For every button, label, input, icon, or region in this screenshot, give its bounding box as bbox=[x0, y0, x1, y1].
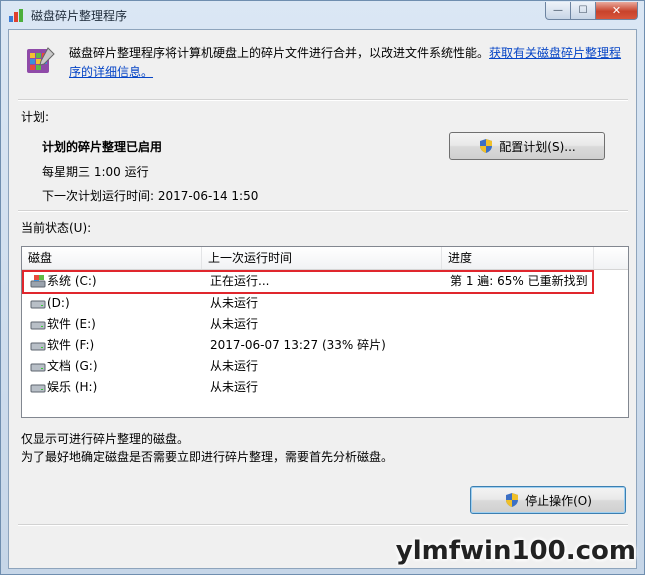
header-description: 磁盘碎片整理程序将计算机硬盘上的碎片文件进行合并，以改进文件系统性能。获取有关磁… bbox=[69, 44, 629, 82]
disk-name: 文档 (G:) bbox=[47, 359, 98, 373]
drive-icon bbox=[30, 384, 46, 393]
separator bbox=[18, 210, 628, 212]
configure-schedule-label: 配置计划(S)... bbox=[499, 139, 576, 154]
defrag-header-icon bbox=[27, 47, 55, 73]
drive-icon bbox=[30, 300, 46, 309]
separator bbox=[18, 524, 628, 526]
highlight-box bbox=[22, 270, 594, 294]
client-area: 磁盘碎片整理程序将计算机硬盘上的碎片文件进行合并，以改进文件系统性能。获取有关磁… bbox=[8, 29, 637, 569]
column-header-progress[interactable]: 进度 bbox=[442, 247, 594, 269]
minimize-button[interactable]: — bbox=[545, 2, 571, 20]
disk-name: 软件 (F:) bbox=[47, 338, 95, 352]
last-run: 2017-06-07 13:27 (33% 碎片) bbox=[210, 338, 386, 352]
schedule-section-label: 计划: bbox=[21, 110, 50, 124]
defrag-window: 磁盘碎片整理程序 — ☐ ✕ 磁盘碎片整理程序将计算机硬盘上的碎片文件进行合并，… bbox=[0, 0, 645, 575]
schedule-frequency: 每星期三 1:00 运行 bbox=[42, 165, 149, 179]
list-header: 磁盘 上一次运行时间 进度 bbox=[22, 247, 628, 270]
uac-shield-icon bbox=[480, 139, 493, 153]
watermark: ylmfwin100.com bbox=[395, 536, 636, 566]
drive-icon bbox=[30, 363, 46, 372]
last-run: 从未运行 bbox=[210, 380, 259, 394]
configure-schedule-button[interactable]: 配置计划(S)... bbox=[449, 132, 605, 160]
table-row[interactable]: 娱乐 (H:) 从未运行 bbox=[22, 377, 628, 398]
table-row[interactable]: 软件 (F:) 2017-06-07 13:27 (33% 碎片) bbox=[22, 335, 628, 356]
maximize-button[interactable]: ☐ bbox=[571, 2, 596, 20]
uac-shield-icon bbox=[506, 493, 519, 507]
schedule-status: 计划的碎片整理已启用 bbox=[42, 140, 163, 154]
table-row[interactable]: 软件 (E:) 从未运行 bbox=[22, 314, 628, 335]
column-header-disk[interactable]: 磁盘 bbox=[22, 247, 202, 269]
separator bbox=[18, 99, 628, 101]
schedule-next-run: 下一次计划运行时间: 2017-06-14 1:50 bbox=[42, 189, 259, 203]
last-run: 从未运行 bbox=[210, 317, 259, 331]
drive-icon bbox=[30, 342, 46, 351]
column-header-last-run[interactable]: 上一次运行时间 bbox=[202, 247, 442, 269]
drive-icon bbox=[30, 321, 46, 330]
description-text: 磁盘碎片整理程序将计算机硬盘上的碎片文件进行合并，以改进文件系统性能。 bbox=[69, 46, 490, 60]
table-row[interactable]: 文档 (G:) 从未运行 bbox=[22, 356, 628, 377]
title-bar[interactable]: 磁盘碎片整理程序 — ☐ ✕ bbox=[1, 1, 644, 28]
last-run: 从未运行 bbox=[210, 296, 259, 310]
close-button[interactable]: ✕ bbox=[596, 2, 638, 20]
footer-note-1: 仅显示可进行碎片整理的磁盘。 bbox=[21, 432, 190, 446]
disk-name: 软件 (E:) bbox=[47, 317, 96, 331]
footer-note-2: 为了最好地确定磁盘是否需要立即进行碎片整理，需要首先分析磁盘。 bbox=[21, 450, 394, 464]
table-row[interactable]: (D:) 从未运行 bbox=[22, 293, 628, 314]
window-title: 磁盘碎片整理程序 bbox=[31, 9, 128, 23]
stop-operation-label: 停止操作(O) bbox=[525, 493, 592, 508]
disk-list[interactable]: 磁盘 上一次运行时间 进度 系统 (C:) 正在运行... 第 1 遍: 65%… bbox=[21, 246, 629, 418]
current-status-label: 当前状态(U): bbox=[21, 221, 92, 235]
stop-operation-button[interactable]: 停止操作(O) bbox=[470, 486, 626, 514]
disk-name: (D:) bbox=[47, 296, 70, 310]
defrag-app-icon bbox=[9, 9, 23, 22]
last-run: 从未运行 bbox=[210, 359, 259, 373]
disk-name: 娱乐 (H:) bbox=[47, 380, 98, 394]
